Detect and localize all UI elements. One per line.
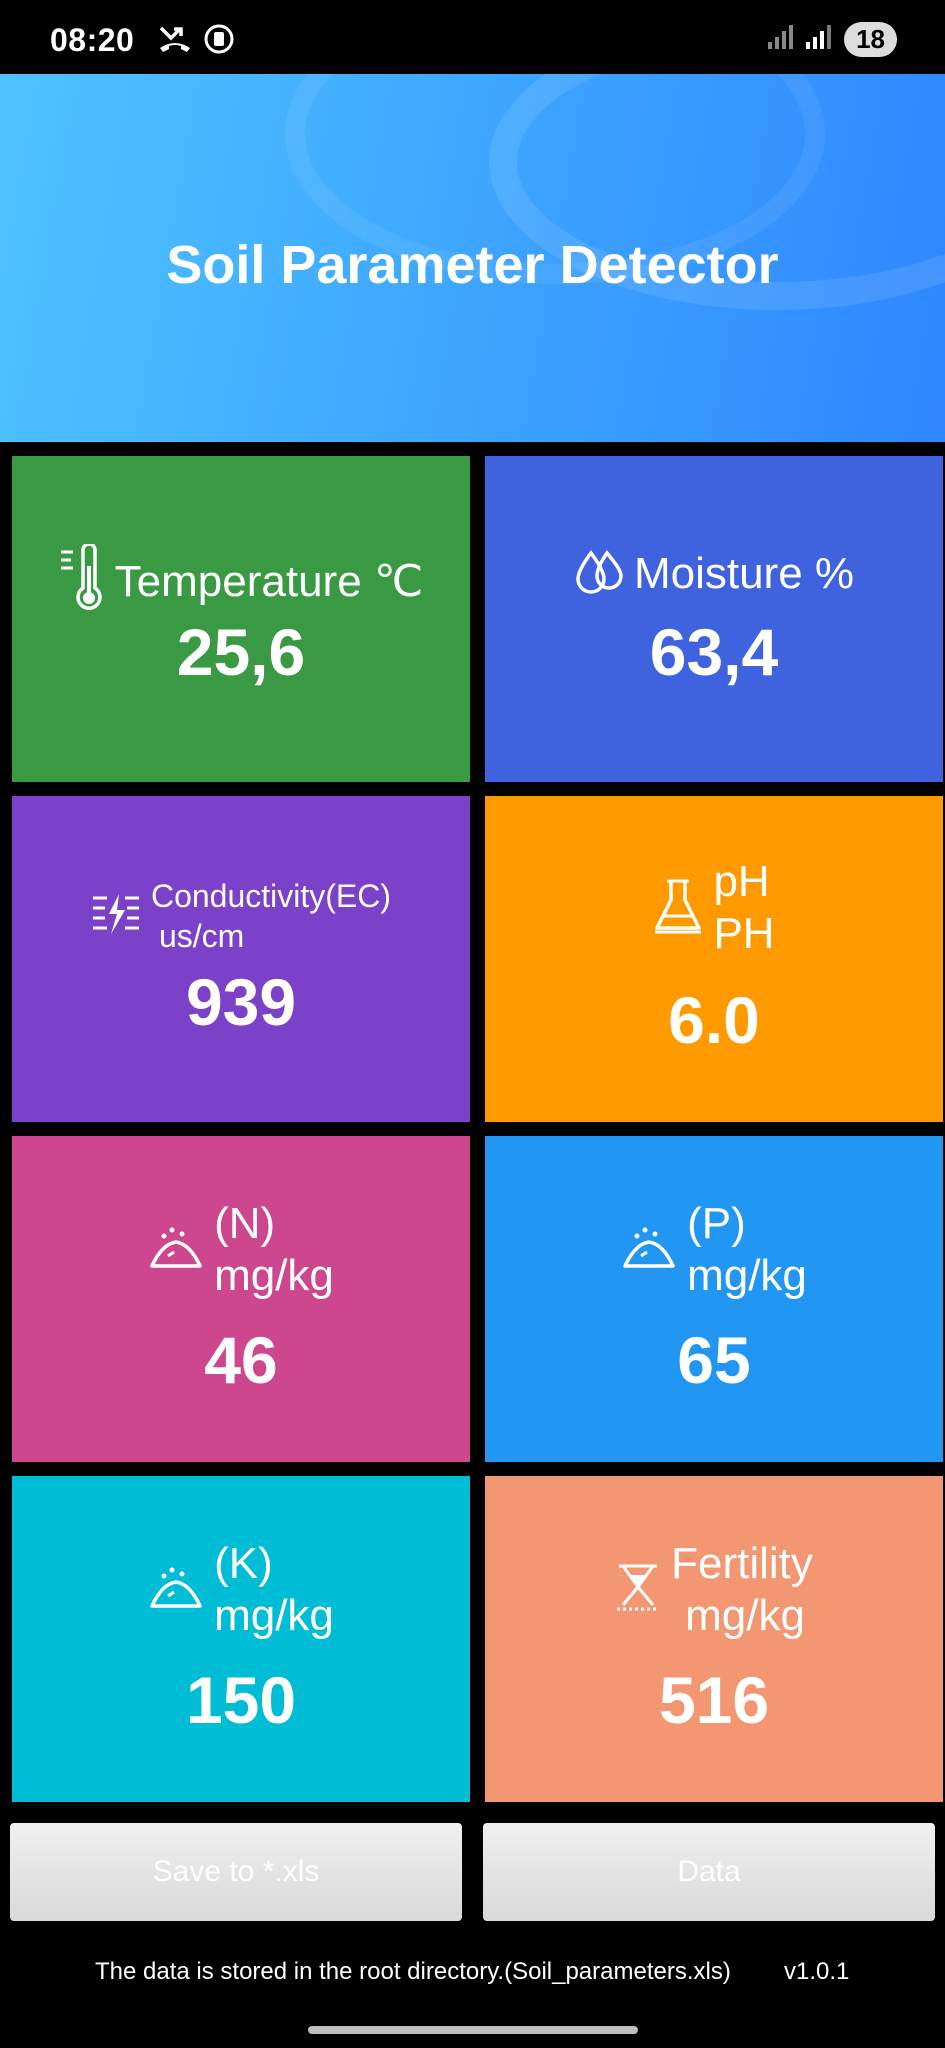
ph-label: pH <box>713 857 770 906</box>
nitrogen-unit: mg/kg <box>214 1251 334 1300</box>
phosphorus-label: (P) <box>687 1199 746 1248</box>
potassium-unit: mg/kg <box>214 1591 334 1640</box>
fertility-value: 516 <box>658 1663 770 1737</box>
fertility-tile: Fertility mg/kg 516 <box>485 1476 943 1802</box>
moisture-tile: Moisture % 63,4 <box>485 456 943 782</box>
fertilizer-pile-icon <box>148 1566 204 1615</box>
storage-note: The data is stored in the root directory… <box>95 1958 731 1985</box>
ph-unit: PH <box>713 909 775 958</box>
phosphorus-value: 65 <box>677 1323 751 1397</box>
signal-2-icon <box>806 25 832 54</box>
status-bar: 08:20 18 <box>0 0 945 74</box>
potassium-tile: (K) mg/kg 150 <box>12 1476 470 1802</box>
phosphorus-tile: (P) mg/kg 65 <box>485 1136 943 1462</box>
conductivity-unit: us/cm <box>158 918 245 954</box>
ph-tile: pH PH 6.0 <box>485 796 943 1122</box>
fertility-label: Fertility <box>671 1539 813 1588</box>
signal-1-icon <box>768 25 794 54</box>
temperature-tile: Temperature ℃ 25,6 <box>12 456 470 782</box>
nitrogen-value: 46 <box>204 1323 278 1397</box>
missed-call-icon <box>158 24 192 59</box>
status-icons-right: 18 <box>768 22 897 57</box>
home-indicator[interactable] <box>308 2026 638 2034</box>
data-button[interactable]: Data <box>483 1823 935 1921</box>
hourglass-icon <box>615 1563 661 1618</box>
fertility-unit: mg/kg <box>685 1591 805 1640</box>
conductivity-icon <box>91 892 141 941</box>
status-time: 08:20 <box>50 22 135 58</box>
temperature-label: Temperature ℃ <box>114 556 424 606</box>
moisture-value: 63,4 <box>649 615 779 689</box>
moisture-label: Moisture % <box>633 549 855 598</box>
app-header: Soil Parameter Detector <box>0 74 945 442</box>
potassium-label: (K) <box>214 1539 273 1588</box>
conductivity-tile: Conductivity(EC) us/cm 939 <box>12 796 470 1122</box>
water-drops-icon <box>574 549 624 600</box>
version-label: v1.0.1 <box>784 1958 850 1985</box>
screen-record-icon <box>204 24 234 59</box>
status-icons-left <box>158 24 234 59</box>
page-title: Soil Parameter Detector <box>166 235 779 295</box>
flask-icon <box>653 878 703 939</box>
fertilizer-pile-icon <box>621 1226 677 1275</box>
nitrogen-tile: (N) mg/kg 46 <box>12 1136 470 1462</box>
conductivity-value: 939 <box>185 965 297 1039</box>
battery-icon: 18 <box>844 22 897 57</box>
save-to-xls-button[interactable]: Save to *.xls <box>10 1823 462 1921</box>
nitrogen-label: (N) <box>214 1199 276 1248</box>
potassium-value: 150 <box>185 1663 297 1737</box>
thermometer-icon <box>59 542 105 619</box>
phosphorus-unit: mg/kg <box>687 1251 807 1300</box>
temperature-value: 25,6 <box>176 615 306 689</box>
fertilizer-pile-icon <box>148 1226 204 1275</box>
conductivity-label: Conductivity(EC) <box>150 878 392 914</box>
ph-value: 6.0 <box>668 983 760 1057</box>
